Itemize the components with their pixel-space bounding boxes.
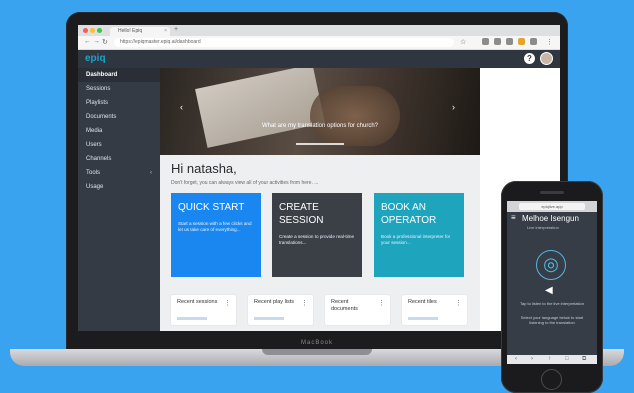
hamburger-menu-icon[interactable]: ≡ (511, 213, 516, 222)
hero-image-hand (310, 86, 400, 146)
recent-playlists-panel[interactable]: Recent play lists ⋮ (248, 295, 313, 325)
sidebar-item-playlists[interactable]: Playlists (78, 96, 160, 110)
hero-caption: What are my translation options for chur… (261, 123, 379, 129)
back-icon[interactable]: ‹ (515, 356, 517, 362)
phone-subtitle: Live interpretation (527, 225, 559, 230)
recent-documents-panel[interactable]: Recent documents ⋮ (325, 295, 390, 325)
speaker-icon[interactable]: ◀ (545, 285, 553, 296)
extension-icon[interactable] (494, 38, 501, 45)
carousel-indicator[interactable] (296, 143, 344, 145)
recent-link[interactable] (254, 317, 284, 320)
sidebar-item-dashboard[interactable]: Dashboard (78, 68, 160, 82)
star-icon[interactable]: ☆ (460, 38, 466, 46)
app-header: epiq ? (78, 50, 560, 68)
forward-icon[interactable]: → (93, 38, 100, 45)
chevron-left-icon: ‹ (150, 170, 152, 176)
hero-banner[interactable]: ‹ › What are my translation options for … (160, 68, 480, 155)
forward-icon[interactable]: › (531, 356, 533, 362)
panel-title: Recent sessions (177, 299, 218, 305)
phone-title: Melhoe Isengun (522, 214, 579, 223)
close-window-icon[interactable] (83, 28, 88, 33)
panel-title: Recent tiles (408, 299, 437, 305)
sidebar-item-users[interactable]: Users (78, 138, 160, 152)
sidebar-item-usage[interactable]: Usage (78, 180, 160, 194)
globe-icon[interactable]: ◎ (536, 250, 566, 280)
share-icon[interactable]: ↑ (548, 356, 551, 362)
browser-tabbar: Hello! Epiq × + (78, 25, 560, 36)
card-description: Book a professional interpreter for your… (381, 234, 451, 245)
phone-home-button[interactable] (541, 369, 562, 390)
recent-tiles-panel[interactable]: Recent tiles ⋮ (402, 295, 467, 325)
more-options-icon[interactable]: ⋮ (224, 299, 231, 307)
extension-icon[interactable] (506, 38, 513, 45)
phone-instruction: Tap to listen to the live interpretation (519, 301, 585, 306)
greeting: Hi natasha, (171, 161, 237, 176)
phone-instruction: Select your language below to start list… (520, 315, 584, 325)
tab-close-icon[interactable]: × (164, 27, 167, 36)
browser-tab[interactable]: Hello! Epiq × (110, 27, 170, 36)
phone-url-field[interactable]: epiqlive.app (519, 203, 585, 210)
panel-title: Recent documents (331, 299, 358, 312)
sidebar: Dashboard Sessions Playlists Documents M… (78, 68, 160, 331)
more-options-icon[interactable]: ⋮ (455, 299, 462, 307)
book-operator-card[interactable]: BOOK AN OPERATOR Book a professional int… (374, 193, 464, 277)
recent-sessions-panel[interactable]: Recent sessions ⋮ (171, 295, 236, 325)
laptop-screen: Hello! Epiq × + ← → ↻ https://epiqmaster… (78, 25, 560, 331)
back-icon[interactable]: ← (84, 38, 91, 45)
tab-title: Hello! Epiq (118, 28, 143, 34)
maximize-window-icon[interactable] (97, 28, 102, 33)
card-title: QUICK START (178, 202, 245, 213)
tabs-icon[interactable]: ⧉ (582, 356, 586, 363)
hero-image-paper (195, 68, 325, 148)
more-options-icon[interactable]: ⋮ (378, 299, 385, 307)
card-description: Start a session with a few clicks and le… (178, 221, 252, 232)
avatar[interactable] (540, 52, 553, 65)
reload-icon[interactable]: ↻ (102, 38, 108, 46)
bookmarks-icon[interactable]: □ (565, 356, 569, 362)
extension-icon[interactable] (518, 38, 525, 45)
sidebar-item-documents[interactable]: Documents (78, 110, 160, 124)
chevron-left-icon[interactable]: ‹ (180, 102, 183, 112)
sidebar-item-media[interactable]: Media (78, 124, 160, 138)
app-logo[interactable]: epiq (85, 53, 106, 64)
panel-title: Recent play lists (254, 299, 295, 305)
laptop-notch (262, 349, 372, 355)
sidebar-item-sessions[interactable]: Sessions (78, 82, 160, 96)
browser-menu-icon[interactable]: ⋮ (546, 38, 553, 46)
card-title: BOOK AN OPERATOR (381, 202, 437, 226)
phone-screen: epiqlive.app ≡ Melhoe Isengun Live inter… (507, 201, 597, 364)
chevron-right-icon[interactable]: › (452, 102, 455, 112)
greeting-subtext: Don't forget, you can always view all of… (171, 180, 319, 186)
phone-urlbar: epiqlive.app (507, 201, 597, 212)
recent-link[interactable] (408, 317, 438, 320)
phone-speaker (540, 191, 564, 194)
help-icon[interactable]: ? (524, 53, 535, 64)
more-options-icon[interactable]: ⋮ (301, 299, 308, 307)
create-session-card[interactable]: CREATE SESSION Create a session to provi… (272, 193, 362, 277)
quick-start-card[interactable]: QUICK START Start a session with a few c… (171, 193, 261, 277)
new-tab-icon[interactable]: + (174, 26, 178, 33)
dashboard-content: Hi natasha, Don't forget, you can always… (160, 155, 480, 331)
laptop-brand: MacBook (300, 340, 333, 346)
browser-addressbar: ← → ↻ https://epiqmaster.epiq.ai/dashboa… (78, 36, 560, 50)
sidebar-item-channels[interactable]: Channels (78, 152, 160, 166)
minimize-window-icon[interactable] (90, 28, 95, 33)
phone-browser-toolbar: ‹ › ↑ □ ⧉ (507, 355, 597, 364)
sidebar-item-tools[interactable]: Tools ‹ (78, 166, 160, 180)
extension-icon[interactable] (530, 38, 537, 45)
card-title: CREATE SESSION (279, 202, 324, 226)
card-description: Create a session to provide real-time tr… (279, 234, 355, 245)
recent-link[interactable] (177, 317, 207, 320)
url-field[interactable]: https://epiqmaster.epiq.ai/dashboard (114, 38, 454, 47)
extension-icon[interactable] (482, 38, 489, 45)
